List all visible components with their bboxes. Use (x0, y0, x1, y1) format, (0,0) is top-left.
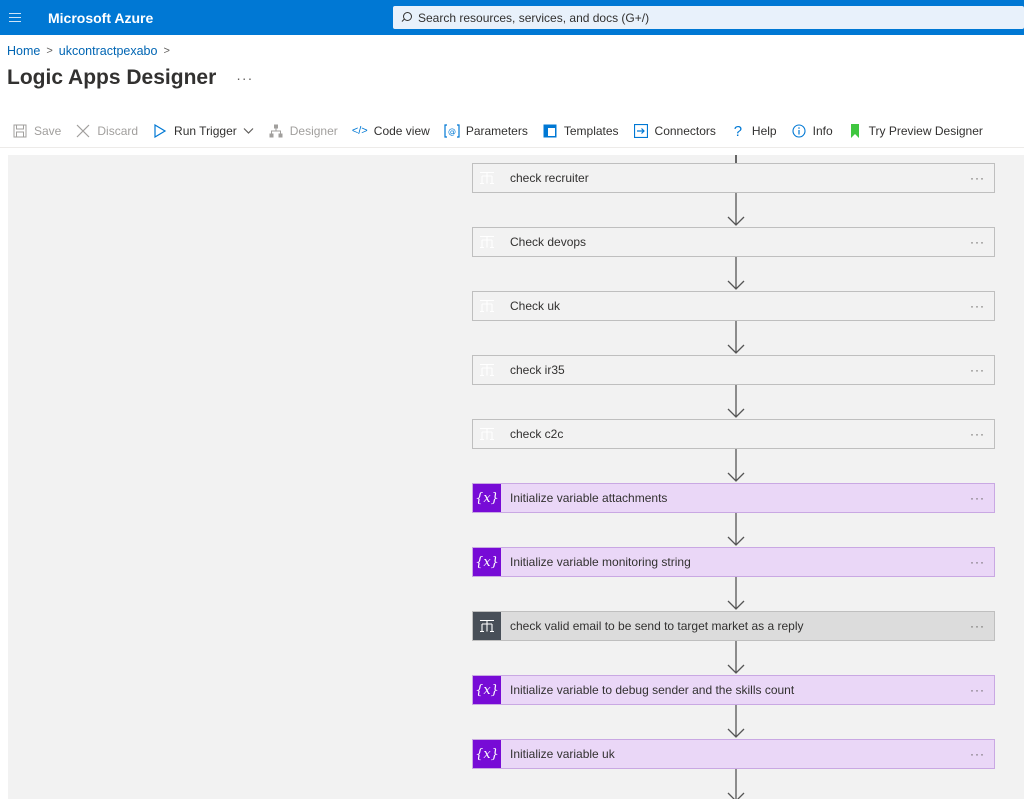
more-options-icon[interactable]: ··· (970, 299, 985, 313)
search-input[interactable]: Search resources, services, and docs (G+… (393, 6, 1024, 29)
step-label: check ir35 (510, 363, 565, 377)
chevron-down-icon (243, 124, 254, 138)
save-button[interactable]: Save (12, 123, 61, 139)
parameters-button[interactable]: @ Parameters (444, 123, 528, 139)
step-label: check c2c (510, 427, 564, 441)
connectors-icon (633, 123, 649, 139)
more-options-icon[interactable]: ··· (970, 555, 985, 569)
connector-arrow (727, 193, 745, 226)
connector-arrow (727, 705, 745, 738)
breadcrumb-resource[interactable]: ukcontractpexabo (59, 44, 158, 58)
connector-arrow (727, 257, 745, 290)
condition-icon (473, 292, 501, 320)
step-label: Initialize variable monitoring string (510, 555, 691, 569)
workflow-step[interactable]: check recruiter ··· (472, 163, 995, 193)
templates-icon (542, 123, 558, 139)
more-options-icon[interactable]: ··· (236, 70, 253, 86)
more-options-icon[interactable]: ··· (970, 683, 985, 697)
workflow-step[interactable]: Check uk ··· (472, 291, 995, 321)
more-options-icon[interactable]: ··· (970, 619, 985, 633)
breadcrumb: Home > ukcontractpexabo > (7, 44, 176, 58)
chevron-right-icon: > (46, 45, 53, 57)
step-label: Initialize variable uk (510, 747, 615, 761)
info-button[interactable]: Info (791, 123, 833, 139)
discard-button[interactable]: Discard (75, 123, 138, 139)
more-options-icon[interactable]: ··· (970, 747, 985, 761)
run-trigger-button[interactable]: Run Trigger (152, 123, 254, 139)
connector-arrow (727, 577, 745, 610)
parameters-icon: @ (444, 123, 460, 139)
more-options-icon[interactable]: ··· (970, 427, 985, 441)
breadcrumb-home[interactable]: Home (7, 44, 40, 58)
variable-icon: {x} (473, 740, 501, 768)
workflow-step[interactable]: check valid email to be send to target m… (472, 611, 995, 641)
connector-arrow (727, 321, 745, 354)
top-bar: Microsoft Azure Search resources, servic… (0, 0, 1024, 35)
brand-title[interactable]: Microsoft Azure (48, 10, 153, 26)
step-label: check recruiter (510, 171, 589, 185)
close-icon (75, 123, 91, 139)
condition-icon (473, 420, 501, 448)
templates-button[interactable]: Templates (542, 123, 619, 139)
more-options-icon[interactable]: ··· (970, 491, 985, 505)
workflow-step[interactable]: check ir35 ··· (472, 355, 995, 385)
bookmark-icon (847, 123, 863, 139)
more-options-icon[interactable]: ··· (970, 235, 985, 249)
connector-arrow (727, 641, 745, 674)
toolbar-divider (0, 147, 1024, 148)
condition-icon (473, 612, 501, 640)
step-label: Initialize variable to debug sender and … (510, 683, 795, 697)
help-icon: ? (733, 122, 743, 140)
connector-arrow (727, 449, 745, 482)
title-row: Logic Apps Designer ··· (7, 66, 253, 90)
variable-icon: {x} (473, 676, 501, 704)
workflow-step[interactable]: {x} Initialize variable to debug sender … (472, 675, 995, 705)
connector-arrow (727, 513, 745, 546)
play-icon (152, 123, 168, 139)
search-icon (401, 12, 412, 23)
save-icon (12, 123, 28, 139)
menu-icon[interactable] (4, 0, 26, 35)
step-label: Check uk (510, 299, 561, 313)
variable-icon: {x} (473, 484, 501, 512)
condition-icon (473, 164, 501, 192)
workflow-step[interactable]: {x} Initialize variable monitoring strin… (472, 547, 995, 577)
workflow-step[interactable]: {x} Initialize variable attachments ··· (472, 483, 995, 513)
svg-text:@: @ (448, 127, 456, 136)
designer-icon (268, 123, 284, 139)
try-preview-designer-button[interactable]: Try Preview Designer (847, 123, 983, 139)
workflow-step[interactable]: check c2c ··· (472, 419, 995, 449)
step-label: Initialize variable attachments (510, 491, 668, 505)
workflow-step[interactable]: {x} Initialize variable uk ··· (472, 739, 995, 769)
code-icon: </> (351, 125, 368, 137)
workflow-step[interactable]: Check devops ··· (472, 227, 995, 257)
help-button[interactable]: ? Help (730, 122, 777, 140)
code-view-button[interactable]: </> Code view (352, 123, 430, 139)
connector-arrow (727, 385, 745, 418)
connector-arrow (727, 769, 745, 799)
search-placeholder: Search resources, services, and docs (G+… (418, 10, 650, 25)
more-options-icon[interactable]: ··· (970, 171, 985, 185)
condition-icon (473, 228, 501, 256)
designer-button[interactable]: Designer (268, 123, 338, 139)
info-icon (791, 123, 807, 139)
page-title: Logic Apps Designer (7, 66, 217, 89)
connectors-button[interactable]: Connectors (633, 123, 716, 139)
step-label: Check devops (510, 235, 587, 249)
step-label: check valid email to be send to target m… (510, 619, 804, 633)
more-options-icon[interactable]: ··· (970, 363, 985, 377)
condition-icon (473, 356, 501, 384)
variable-icon: {x} (473, 548, 501, 576)
top-connector-line (735, 155, 737, 163)
designer-canvas[interactable]: check recruiter ··· Check devops ··· Che… (8, 155, 1024, 799)
chevron-right-icon: > (163, 45, 170, 57)
command-bar: Save Discard Run Trigger Designer </> Co… (12, 121, 997, 141)
